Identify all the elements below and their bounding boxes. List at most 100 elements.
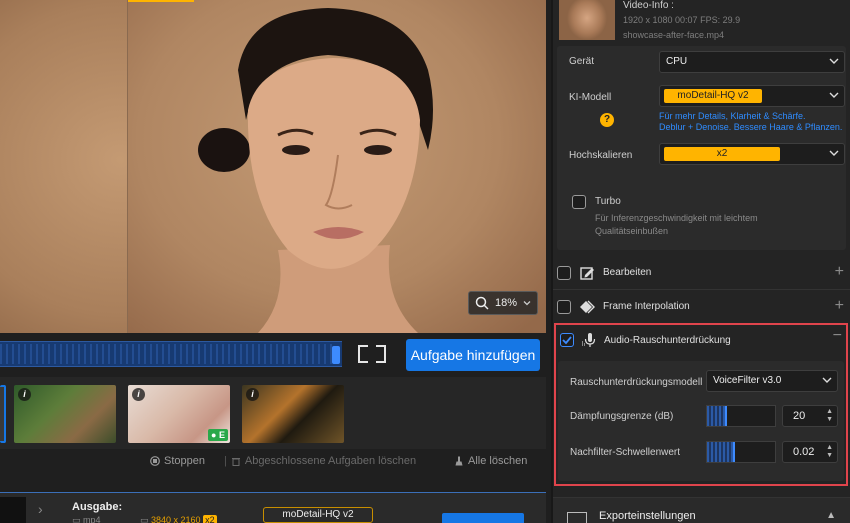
start-export-button[interactable] — [442, 513, 524, 523]
separator: | — [224, 455, 227, 467]
edit-checkbox[interactable] — [557, 266, 571, 280]
zoom-level: 18% — [494, 297, 518, 309]
upscale-value: x2 — [664, 147, 780, 161]
video-filename: showcase-after-face.mp4 — [623, 30, 725, 40]
chevron-down-icon — [829, 92, 839, 98]
stepper-arrows-icon[interactable]: ▲ ▼ — [826, 444, 833, 460]
export-settings-bar[interactable]: Exporteinstellungen ▲ — [553, 497, 850, 523]
frame-interpolation-checkbox[interactable] — [557, 300, 571, 314]
info-icon[interactable]: i — [132, 388, 145, 401]
frame-interpolation-icon — [580, 300, 595, 314]
turbo-label: Turbo — [595, 196, 621, 207]
timeline-playhead[interactable] — [332, 346, 340, 364]
chevron-down-icon — [822, 377, 832, 383]
thumbnail-item[interactable]: i ● E — [128, 385, 230, 443]
section-audio-denoise[interactable]: Audio-Rauschunterdrückung − Rauschunterd… — [554, 323, 848, 486]
plus-icon[interactable]: + — [835, 297, 844, 315]
zoom-icon — [475, 296, 489, 310]
trim-brackets[interactable] — [358, 343, 390, 365]
postfilter-slider[interactable] — [706, 441, 776, 463]
chevron-down-icon — [829, 150, 839, 156]
section-frame-interpolation[interactable]: Frame Interpolation + — [553, 292, 850, 322]
section-edit-label: Bearbeiten — [603, 267, 652, 278]
damping-stepper[interactable]: 20 ▲ ▼ — [782, 405, 838, 427]
trim-start-icon[interactable] — [358, 345, 368, 363]
output-bar: › Ausgabe: ▭ mp4 ▭ 3840 x 2160 x2 moDeta… — [0, 492, 546, 523]
plus-icon[interactable]: + — [835, 263, 844, 281]
postfilter-stepper[interactable]: 0.02 ▲ ▼ — [782, 441, 838, 463]
damping-value: 20 — [793, 410, 806, 422]
audio-settings-card: Rauschunterdrückungsmodell VoiceFilter v… — [558, 361, 844, 481]
ai-model-label: KI-Modell — [569, 92, 612, 103]
microphone-icon — [582, 333, 596, 347]
device-value: CPU — [666, 56, 688, 67]
preview-progress-mark — [128, 0, 194, 2]
export-settings-label: Exporteinstellungen — [599, 510, 696, 522]
clear-all-button[interactable]: Alle löschen — [454, 455, 527, 467]
clear-done-button[interactable]: | Abgeschlossene Aufgaben löschen — [224, 455, 416, 467]
status-badge: ● E — [208, 429, 228, 441]
thumbnail-item[interactable]: i — [242, 385, 344, 443]
export-icon — [567, 512, 587, 523]
help-icon[interactable]: ? — [600, 113, 614, 127]
ai-model-value: moDetail-HQ v2 — [664, 89, 762, 103]
chevron-down-icon — [829, 58, 839, 64]
stop-label: Stoppen — [164, 455, 205, 467]
minus-icon[interactable]: − — [833, 327, 842, 345]
slider-handle[interactable] — [725, 406, 727, 426]
video-thumbnail — [559, 0, 615, 40]
video-info: Video-Info : 1920 x 1080 00:07 FPS: 29.9… — [553, 0, 850, 44]
video-info-meta: 1920 x 1080 00:07 FPS: 29.9 — [623, 15, 741, 25]
timeline-track[interactable] — [0, 341, 342, 367]
audio-denoise-checkbox[interactable] — [560, 333, 574, 347]
slider-handle[interactable] — [733, 442, 735, 462]
ai-model-select[interactable]: moDetail-HQ v2 — [659, 85, 845, 107]
postfilter-label: Nachfilter-Schwellenwert — [570, 447, 681, 458]
stepper-arrows-icon[interactable]: ▲ ▼ — [826, 408, 833, 424]
video-info-title: Video-Info : — [623, 0, 674, 11]
trim-end-icon[interactable] — [376, 345, 386, 363]
chevron-right-icon[interactable]: › — [38, 501, 43, 517]
output-label: Ausgabe: — [72, 501, 123, 513]
damping-label: Dämpfungsgrenze (dB) — [570, 411, 674, 422]
compare-divider[interactable] — [127, 0, 128, 333]
postfilter-value: 0.02 — [793, 446, 815, 458]
add-task-button[interactable]: Aufgabe hinzufügen — [406, 339, 540, 371]
chevron-down-icon — [523, 301, 531, 306]
section-frame-interpolation-label: Frame Interpolation — [603, 301, 690, 312]
denoise-model-select[interactable]: VoiceFilter v3.0 — [706, 370, 838, 392]
output-format: ▭ mp4 — [72, 515, 101, 523]
thumbnail-item[interactable]: i — [14, 385, 116, 443]
stop-icon — [150, 456, 160, 466]
zoom-control[interactable]: 18% — [468, 291, 538, 315]
slider-fill — [707, 406, 726, 426]
damping-slider[interactable] — [706, 405, 776, 427]
ai-model-hint-2: Deblur + Denoise. Bessere Haare & Pflanz… — [659, 122, 843, 132]
divider — [553, 289, 850, 290]
clear-all-label: Alle löschen — [468, 455, 528, 467]
chevron-up-icon[interactable]: ▲ — [826, 510, 836, 521]
denoise-model-label: Rauschunterdrückungsmodell — [570, 377, 703, 388]
video-preview — [0, 0, 546, 333]
stop-button[interactable]: Stoppen — [150, 455, 205, 467]
turbo-description: Für Inferenzgeschwindigkeit mit leichtem… — [595, 213, 758, 236]
portrait-illustration — [198, 8, 433, 333]
edit-icon — [580, 267, 594, 280]
timeline-frames — [0, 344, 332, 364]
checkmark-icon — [562, 336, 572, 345]
upscale-select[interactable]: x2 — [659, 143, 845, 165]
upscale-label: Hochskalieren — [569, 150, 633, 161]
task-actions-bar: Stoppen | Abgeschlossene Aufgaben lösche… — [0, 452, 546, 472]
info-icon[interactable]: i — [18, 388, 31, 401]
trash-icon — [231, 458, 240, 466]
info-icon[interactable]: i — [246, 388, 259, 401]
turbo-checkbox[interactable] — [572, 195, 586, 209]
clear-done-label: Abgeschlossene Aufgaben löschen — [244, 455, 417, 467]
device-select[interactable]: CPU — [659, 51, 845, 73]
section-edit[interactable]: Bearbeiten + — [553, 258, 850, 288]
output-resolution: ▭ 3840 x 2160 x2 — [140, 515, 217, 523]
thumbnail-item[interactable] — [0, 385, 6, 443]
output-model-badge: moDetail-HQ v2 — [263, 507, 373, 523]
denoise-model-value: VoiceFilter v3.0 — [713, 375, 782, 386]
output-thumbnail — [0, 497, 26, 523]
